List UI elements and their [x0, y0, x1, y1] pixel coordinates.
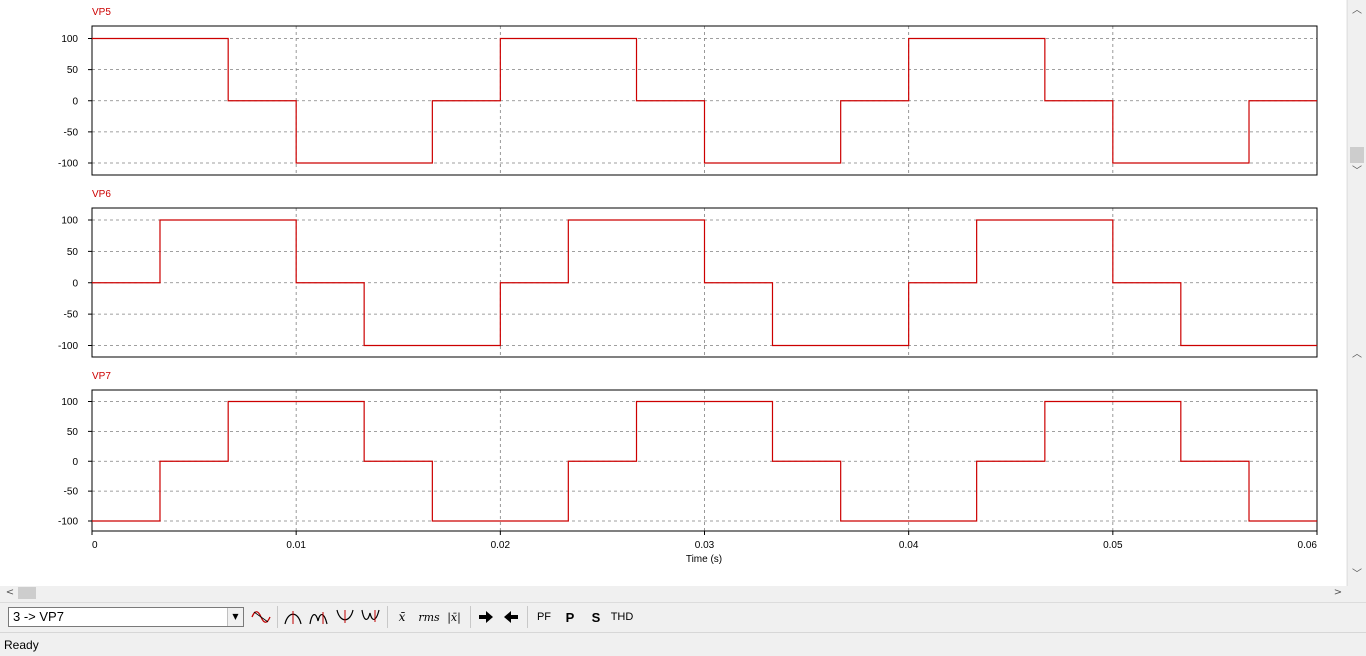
mean-button[interactable]: x̄	[391, 606, 413, 628]
status-text: Ready	[4, 638, 39, 652]
toolbar: 3 -> VP7 ▼ x̄ rms |x̄| PF P S THD	[0, 602, 1366, 633]
y-tick-label: 0	[72, 457, 78, 468]
y-tick-label: -50	[64, 127, 79, 138]
toolbar-separator	[387, 606, 388, 628]
rms-label: rms	[418, 610, 440, 624]
pf-label: PF	[536, 611, 552, 623]
x-tick-label: 0.02	[491, 540, 511, 551]
y-tick-label: 0	[72, 96, 78, 107]
arrow-left-icon	[504, 611, 518, 623]
p-button[interactable]: P	[558, 606, 582, 628]
vertical-scroll-thumb[interactable]	[1350, 147, 1364, 163]
p-label: P	[565, 609, 575, 625]
status-bar: Ready	[0, 632, 1366, 656]
x-tick-label: 0.01	[286, 540, 306, 551]
next-peak-icon	[309, 612, 328, 625]
signal-select-value: 3 -> VP7	[13, 609, 64, 624]
sine-wave-button[interactable]	[249, 606, 273, 628]
vertical-scrollbar[interactable]: ︿ ﹀ ︿ ﹀	[1347, 0, 1366, 586]
toolbar-separator	[527, 606, 528, 628]
x-axis-label: Time (s)	[686, 554, 722, 565]
arrow-right-icon	[479, 611, 493, 623]
chart-panel-vp7: VP7 -100 -50 0 50 100	[58, 371, 1318, 532]
horizontal-scroll-thumb[interactable]	[18, 587, 36, 599]
y-tick-label: -100	[58, 341, 78, 352]
next-valley-icon	[361, 609, 380, 622]
signal-select[interactable]: 3 -> VP7 ▼	[8, 607, 244, 627]
mean-label: x̄	[398, 610, 406, 624]
chart-title: VP7	[92, 371, 111, 382]
scroll-right-icon[interactable]: >	[1331, 586, 1345, 600]
x-tick-label: 0.03	[695, 540, 715, 551]
horizontal-scrollbar[interactable]: < >	[0, 586, 1347, 600]
y-tick-label: -50	[64, 487, 79, 498]
x-tick-label: 0.04	[899, 540, 919, 551]
abs-mean-button[interactable]: |x̄|	[443, 606, 465, 628]
chart-title: VP6	[92, 189, 111, 200]
next-max-button[interactable]	[307, 606, 331, 628]
series-line-vp6	[92, 219, 1317, 347]
chart-panel-vp6: VP6 -100 -50 0 50 100	[58, 189, 1318, 358]
y-tick-label: -100	[58, 517, 78, 528]
chart-svg: VP5 -100 -50 0 50 100 VP6 -100 -50 0 50 100 VP7 -100 -…	[58, 7, 1318, 565]
y-tick-label: 50	[67, 427, 79, 438]
valley-min-icon	[336, 609, 354, 623]
y-tick-label: -50	[64, 310, 79, 321]
plot-frame	[91, 389, 1318, 532]
y-tick-label: -100	[58, 159, 78, 170]
s-label: S	[591, 609, 601, 625]
scroll-up-icon[interactable]: ︿	[1351, 5, 1363, 17]
chart-panel-vp5: VP5 -100 -50 0 50 100	[58, 7, 1318, 176]
toolbar-separator	[277, 606, 278, 628]
toolbar-separator	[470, 606, 471, 628]
y-tick-label: 50	[67, 65, 79, 76]
chart-title: VP5	[92, 7, 111, 18]
s-button[interactable]: S	[584, 606, 608, 628]
rms-button[interactable]: rms	[415, 606, 443, 628]
x-tick-label: 0.05	[1103, 540, 1123, 551]
sine-wave-icon	[251, 611, 271, 623]
y-tick-label: 0	[72, 278, 78, 289]
scroll-left-icon[interactable]: <	[3, 586, 17, 600]
scroll-down-icon[interactable]: ﹀	[1351, 569, 1363, 581]
thd-label: THD	[610, 611, 634, 623]
max-button[interactable]	[281, 606, 305, 628]
next-cursor-button[interactable]	[475, 606, 497, 628]
thd-button[interactable]: THD	[609, 606, 635, 628]
prev-cursor-button[interactable]	[500, 606, 522, 628]
peak-max-icon	[284, 611, 302, 625]
abs-mean-label: |x̄|	[447, 610, 461, 624]
y-tick-label: 100	[61, 216, 78, 227]
scroll-down-icon[interactable]: ﹀	[1351, 166, 1363, 178]
plot-area: VP5 -100 -50 0 50 100 VP6 -100 -50 0 50 100 VP7 -100 -…	[0, 0, 1346, 586]
x-tick-label: 0.06	[1298, 540, 1318, 551]
chevron-down-icon[interactable]: ▼	[227, 608, 243, 626]
next-min-button[interactable]	[359, 606, 383, 628]
y-tick-label: 100	[61, 397, 78, 408]
scroll-up-icon[interactable]: ︿	[1351, 349, 1363, 361]
x-tick-label: 0	[92, 540, 98, 551]
y-tick-label: 100	[61, 34, 78, 45]
pf-button[interactable]: PF	[532, 606, 556, 628]
min-button[interactable]	[333, 606, 357, 628]
y-tick-label: 50	[67, 247, 79, 258]
